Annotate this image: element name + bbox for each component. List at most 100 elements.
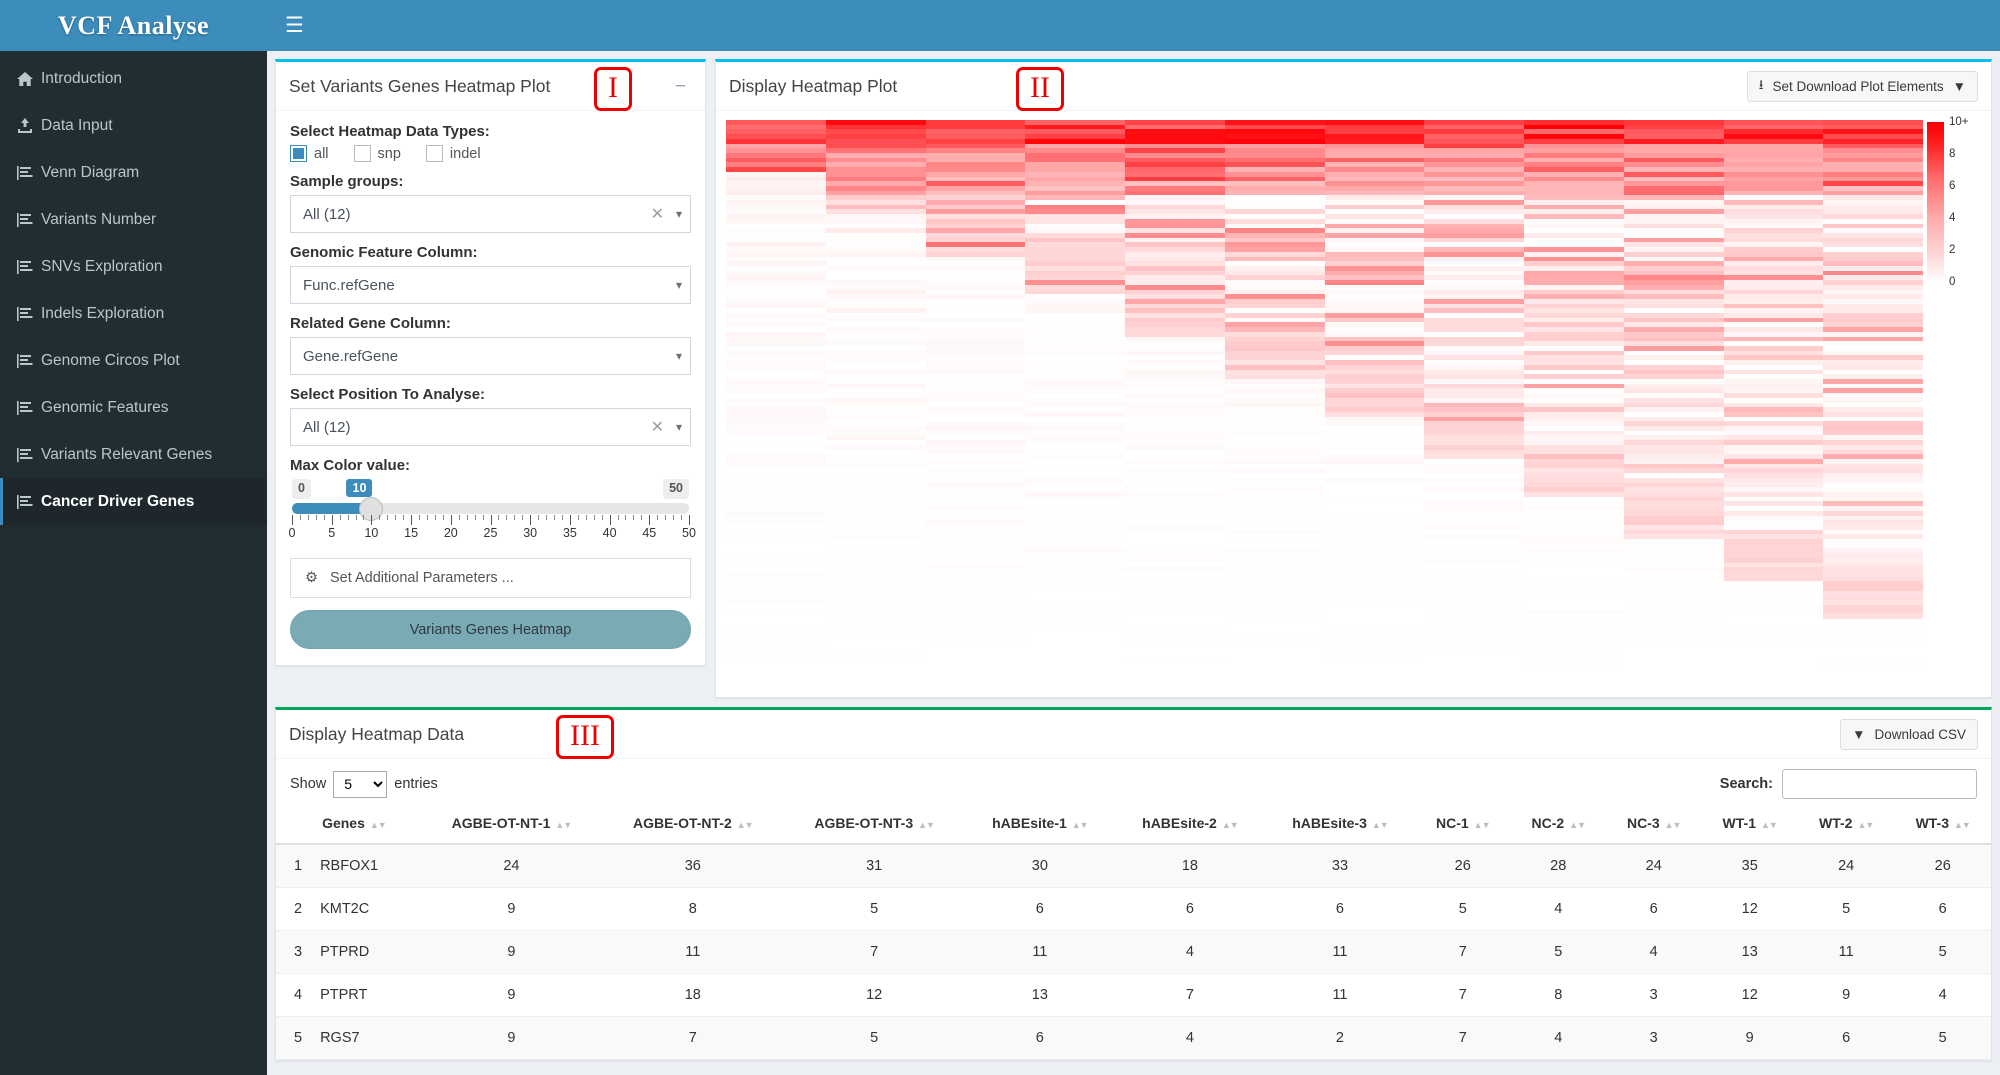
main-region: ☰ Set Variants Genes Heatmap Plot I − Se… bbox=[267, 0, 2000, 1075]
clear-icon[interactable]: ✕ bbox=[643, 204, 672, 224]
row-index: 1 bbox=[276, 844, 313, 888]
table-header-habesite-2[interactable]: hABEsite-2 ▲▼ bbox=[1114, 803, 1265, 845]
row-index: 3 bbox=[276, 930, 313, 974]
table-header-wt-2[interactable]: WT-2 ▲▼ bbox=[1797, 803, 1895, 845]
page-size-select[interactable]: 5102550100 bbox=[333, 770, 388, 798]
chart-list-icon bbox=[16, 165, 34, 181]
genomic-feature-select[interactable]: Func.refGene ▾ bbox=[290, 266, 691, 304]
slider-tick bbox=[657, 515, 659, 520]
slider-tick bbox=[426, 515, 428, 520]
heatmap-column[interactable] bbox=[825, 120, 926, 685]
table-header-wt-3[interactable]: WT-3 ▲▼ bbox=[1894, 803, 1991, 845]
row-value: 11 bbox=[602, 930, 784, 974]
chevron-down-icon[interactable]: ▾ bbox=[672, 349, 682, 363]
heatmap-column[interactable] bbox=[1025, 120, 1125, 685]
row-value: 9 bbox=[420, 887, 603, 931]
table-head: Genes ▲▼ AGBE-OT-NT-1 ▲▼ AGBE-OT-NT-2 ▲▼ AGBE-… bbox=[276, 803, 1991, 845]
slider-tick bbox=[379, 515, 381, 520]
variants-genes-heatmap-button[interactable]: Variants Genes Heatmap bbox=[290, 610, 691, 649]
slider-tick bbox=[649, 515, 651, 525]
sample-groups-select[interactable]: All (12) ✕ ▾ bbox=[290, 195, 691, 233]
heatmap-column[interactable] bbox=[726, 120, 826, 685]
heatmap-column[interactable] bbox=[1324, 120, 1425, 685]
row-value: 2 bbox=[1264, 1016, 1415, 1060]
sidebar-item-variants-relevant-genes[interactable]: Variants Relevant Genes bbox=[0, 431, 267, 478]
heatmap-column[interactable] bbox=[1524, 120, 1624, 685]
checkbox-box-all[interactable] bbox=[290, 145, 307, 162]
max-color-slider[interactable]: 0 10 50 0 5 10 15 20 25 30 35 40 45 50 bbox=[289, 479, 696, 544]
table-header-nc-3[interactable]: NC-3 ▲▼ bbox=[1605, 803, 1702, 845]
heatmap-column[interactable] bbox=[1125, 120, 1225, 685]
sidebar-item-genome-circos-plot[interactable]: Genome Circos Plot bbox=[0, 337, 267, 384]
table-header-agbe-ot-nt-1[interactable]: AGBE-OT-NT-1 ▲▼ bbox=[420, 803, 603, 845]
table-header-nc-2[interactable]: NC-2 ▲▼ bbox=[1510, 803, 1606, 845]
heatmap-column[interactable] bbox=[1424, 120, 1524, 685]
row-value: 6 bbox=[1264, 887, 1415, 931]
genomic-feature-label: Genomic Feature Column: bbox=[290, 244, 478, 261]
sidebar-item-venn-diagram[interactable]: Venn Diagram bbox=[0, 149, 267, 196]
home-icon bbox=[16, 71, 34, 87]
heatmap-cell bbox=[1125, 680, 1225, 685]
sidebar-item-variants-number[interactable]: Variants Number bbox=[0, 196, 267, 243]
heatmap-grid[interactable] bbox=[726, 120, 1923, 685]
row-value: 5 bbox=[1510, 930, 1606, 974]
row-index: 5 bbox=[276, 1016, 313, 1060]
related-gene-select[interactable]: Gene.refGene ▾ bbox=[290, 337, 691, 375]
sidebar-item-genomic-features[interactable]: Genomic Features bbox=[0, 384, 267, 431]
table-header-habesite-1[interactable]: hABEsite-1 ▲▼ bbox=[964, 803, 1115, 845]
download-csv-button[interactable]: ▼ Download CSV bbox=[1840, 718, 1978, 750]
slider-track[interactable] bbox=[292, 496, 689, 521]
slider-tick bbox=[347, 515, 349, 520]
checkbox-box-snp[interactable] bbox=[353, 145, 371, 162]
search-input[interactable] bbox=[1782, 769, 1977, 799]
row-value: 7 bbox=[1114, 973, 1265, 1017]
search-control: Search: bbox=[1720, 769, 1977, 799]
collapse-button[interactable]: − bbox=[669, 77, 692, 96]
table-header-agbe-ot-nt-3[interactable]: AGBE-OT-NT-3 ▲▼ bbox=[783, 803, 965, 845]
row-value: 7 bbox=[1415, 930, 1511, 974]
table-row[interactable]: 1 RBFOX1 24 36 31 30 18 33 26 28 24 35 24 26 bbox=[276, 844, 1991, 888]
heatmap-column[interactable] bbox=[925, 120, 1026, 685]
position-select[interactable]: All (12) ✕ ▾ bbox=[290, 408, 691, 446]
slider-endpoints: 0 10 50 bbox=[292, 479, 689, 499]
sort-icon: ▲▼ bbox=[1664, 820, 1682, 830]
table-row[interactable]: 3 PTPRD 9 11 7 11 4 11 7 5 4 13 11 5 bbox=[276, 930, 1991, 974]
table-row[interactable]: 2 KMT2C 9 8 5 6 6 6 5 4 6 12 5 6 bbox=[276, 887, 1991, 931]
sidebar-item-snvs-exploration[interactable]: SNVs Exploration bbox=[0, 243, 267, 290]
sidebar-item-indels-exploration[interactable]: Indels Exploration bbox=[0, 290, 267, 337]
clear-icon[interactable]: ✕ bbox=[643, 417, 672, 437]
slider-tick bbox=[641, 515, 643, 520]
chevron-down-icon[interactable]: ▾ bbox=[672, 207, 682, 221]
sample-groups-value: All (12) bbox=[303, 205, 351, 223]
checkbox-box-indel[interactable] bbox=[425, 145, 443, 162]
heatmap-column[interactable] bbox=[1224, 120, 1325, 685]
table-row[interactable]: 4 PTPRT 9 18 12 13 7 11 7 8 3 12 9 4 bbox=[276, 973, 1991, 1017]
table-header-habesite-3[interactable]: hABEsite-3 ▲▼ bbox=[1264, 803, 1415, 845]
table-row[interactable]: 5 RGS7 9 7 5 6 4 2 7 4 3 9 6 5 bbox=[276, 1016, 1991, 1060]
sidebar-item-cancer-driver-genes[interactable]: Cancer Driver Genes bbox=[0, 478, 267, 525]
table-header-nc-1[interactable]: NC-1 ▲▼ bbox=[1415, 803, 1511, 845]
heatmap-column[interactable] bbox=[1623, 120, 1724, 685]
checkbox-all[interactable]: all bbox=[290, 145, 347, 162]
hamburger-icon[interactable]: ☰ bbox=[285, 15, 304, 36]
table-header-row: Genes ▲▼ AGBE-OT-NT-1 ▲▼ AGBE-OT-NT-2 ▲▼ AGBE-… bbox=[276, 803, 1991, 845]
chevron-down-icon[interactable]: ▾ bbox=[672, 420, 682, 434]
checkbox-snp[interactable]: snp bbox=[353, 145, 419, 162]
heatmap-cell bbox=[1025, 680, 1125, 685]
table-header-wt-1[interactable]: WT-1 ▲▼ bbox=[1701, 803, 1798, 845]
checkbox-indel[interactable]: indel bbox=[425, 145, 499, 162]
chart-list-icon bbox=[16, 259, 34, 275]
sidebar-item-data-input[interactable]: Data Input bbox=[0, 102, 267, 149]
heatmap-column[interactable] bbox=[1723, 120, 1824, 685]
sidebar-item-introduction[interactable]: Introduction bbox=[0, 55, 267, 102]
heatmap-column[interactable] bbox=[1823, 120, 1923, 685]
chevron-down-icon[interactable]: ▾ bbox=[672, 278, 682, 292]
content-area: Set Variants Genes Heatmap Plot I − Sele… bbox=[267, 51, 2000, 1061]
set-download-plot-elements-button[interactable]: ⭳ Set Download Plot Elements ▼ bbox=[1746, 70, 1978, 102]
table-header-agbe-ot-nt-2[interactable]: AGBE-OT-NT-2 ▲▼ bbox=[602, 803, 784, 845]
row-value: 5 bbox=[1415, 887, 1511, 931]
additional-parameters-button[interactable]: ⚙ Set Additional Parameters ... bbox=[290, 558, 691, 598]
table-header-label: NC-1 bbox=[1435, 815, 1469, 831]
slider-tick bbox=[665, 515, 667, 520]
table-header-genes[interactable]: Genes ▲▼ bbox=[312, 803, 421, 845]
